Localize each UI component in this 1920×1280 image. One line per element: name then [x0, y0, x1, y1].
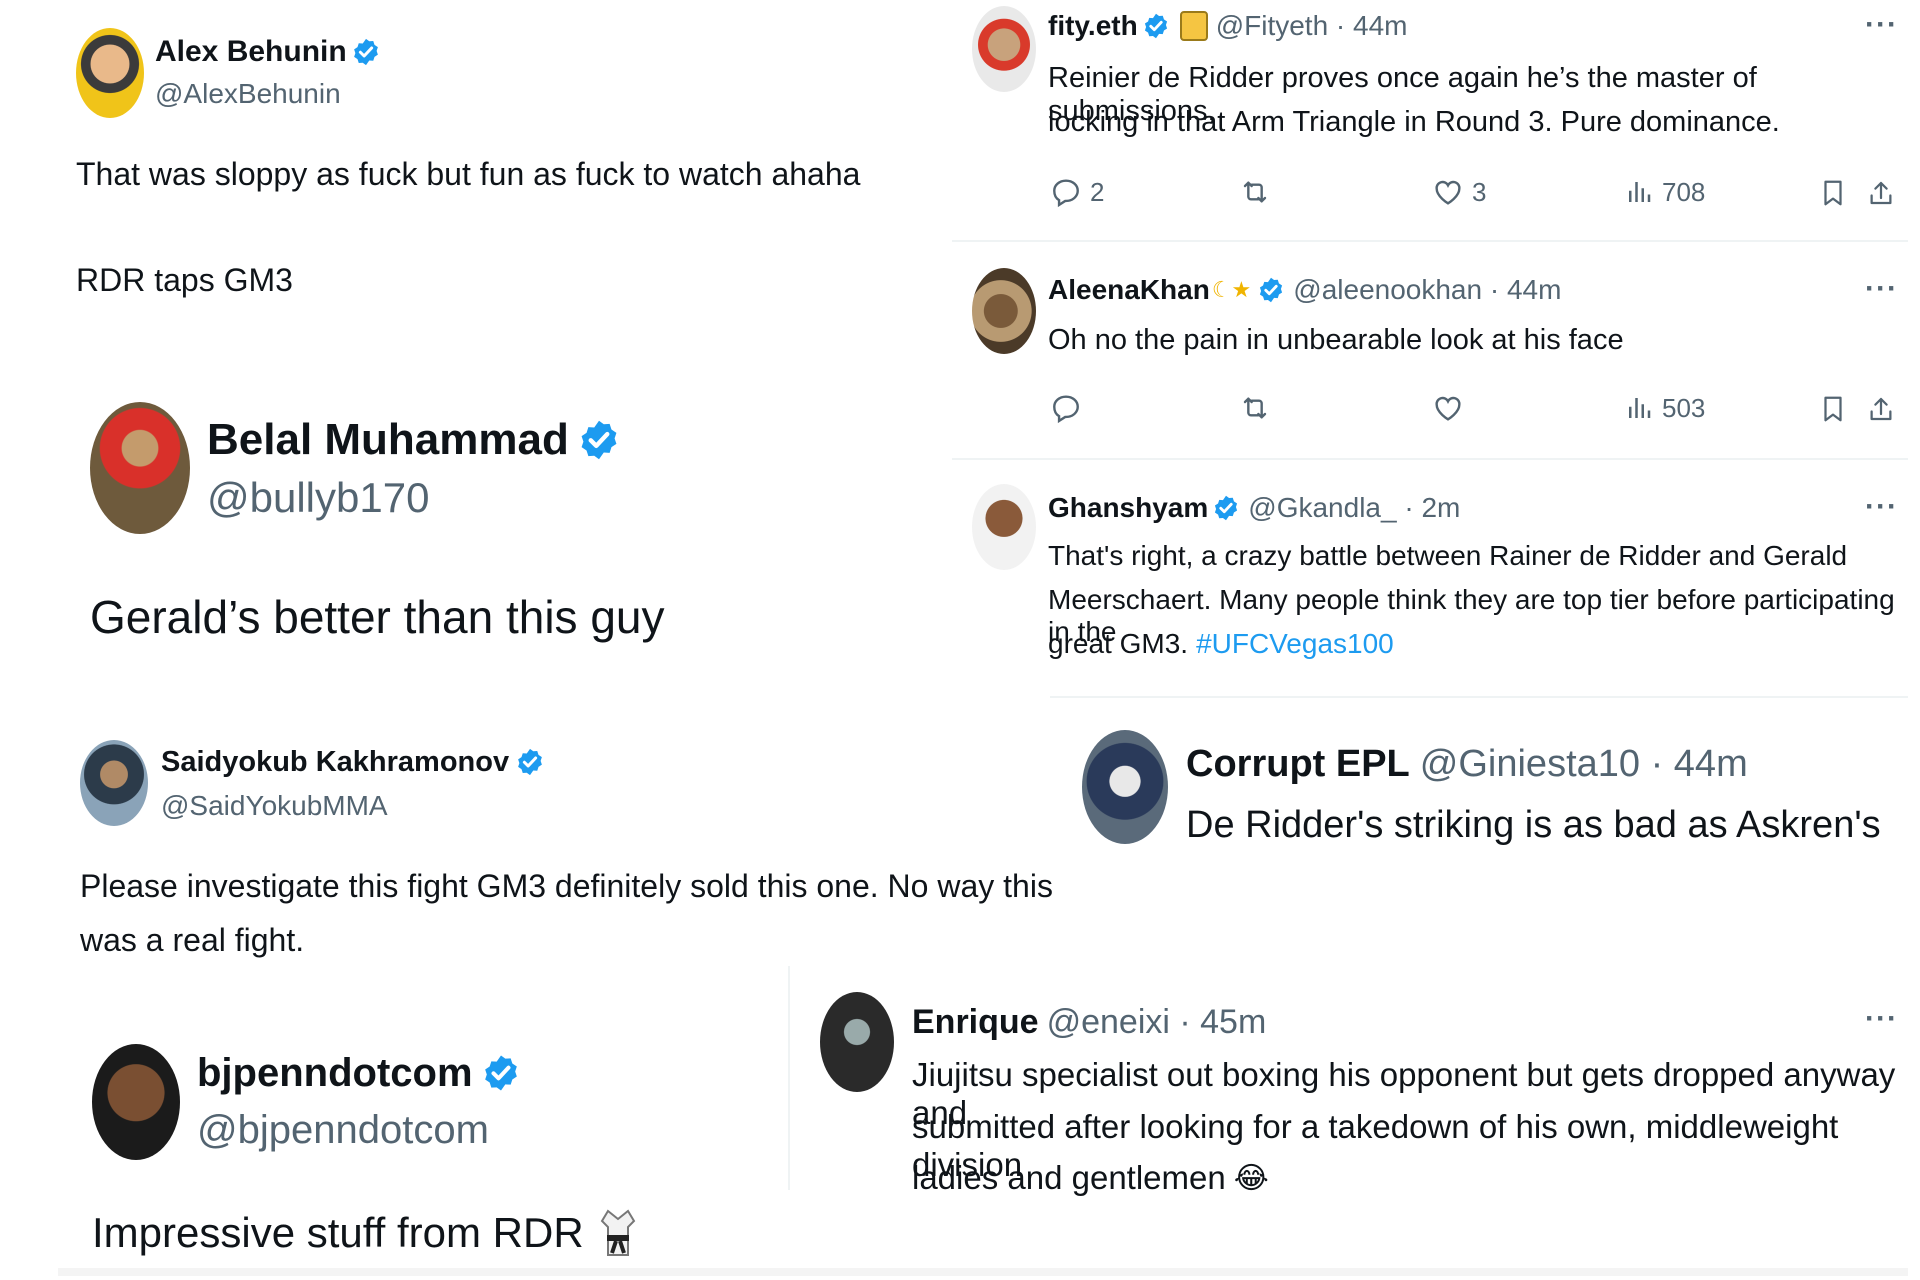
user-handle[interactable]: @Gkandla_ · 2m [1248, 492, 1460, 524]
display-name[interactable]: AleenaKhan [1048, 274, 1210, 306]
tweet-text-line-2: locking in that Arm Triangle in Round 3.… [1048, 106, 1780, 138]
views-icon [1624, 176, 1654, 208]
tweet-divider [1050, 696, 1908, 698]
share-icon [1866, 176, 1896, 210]
display-name[interactable]: Ghanshyam [1048, 492, 1208, 524]
tweet-text-line-3: great GM3. [1048, 628, 1189, 659]
avatar[interactable] [972, 268, 1036, 354]
tweet-text-line-1: That's right, a crazy battle between Rai… [1048, 540, 1848, 571]
share-icon [1866, 392, 1896, 426]
retweet-button[interactable] [1238, 392, 1280, 424]
avatar[interactable] [90, 402, 190, 534]
user-handle[interactable]: @aleenookhan · 44m [1293, 274, 1561, 306]
display-name[interactable]: bjpenndotcom [197, 1051, 473, 1096]
bottom-divider [58, 1268, 1908, 1276]
view-count: 503 [1662, 392, 1706, 423]
display-name[interactable]: Saidyokub Kakhramonov [161, 746, 509, 779]
reply-icon [1050, 392, 1082, 424]
bookmark-icon [1818, 392, 1848, 426]
avatar[interactable] [972, 484, 1036, 570]
tweet-text: Gerald’s better than this guy [90, 591, 665, 643]
retweet-icon [1238, 392, 1272, 424]
more-options-icon[interactable]: ··· [1865, 272, 1898, 306]
user-handle[interactable]: @bullyb170 [207, 474, 429, 522]
column-divider [788, 966, 790, 1190]
share-button[interactable] [1866, 392, 1904, 426]
verified-badge-icon [1212, 494, 1240, 522]
avatar[interactable] [820, 992, 894, 1092]
more-options-icon[interactable]: ··· [1865, 490, 1898, 524]
reply-count: 2 [1090, 176, 1105, 207]
verified-badge-icon [577, 418, 621, 462]
tweet-text-line-2: RDR taps GM3 [76, 262, 293, 298]
user-handle[interactable]: @Fityeth · 44m [1216, 10, 1408, 42]
views-icon [1624, 392, 1654, 424]
user-handle[interactable]: @AlexBehunin [155, 78, 341, 110]
tweet-text: Impressive stuff from RDR [92, 1209, 584, 1256]
user-handle[interactable]: @Giniesta10 · 44m [1420, 743, 1748, 786]
display-name[interactable]: Corrupt EPL [1186, 743, 1410, 786]
tweet-text-line-3: ladies and gentlemen [912, 1159, 1226, 1196]
retweet-button[interactable] [1238, 176, 1280, 208]
verified-badge-icon [1142, 12, 1170, 40]
avatar[interactable] [76, 28, 144, 118]
bookmark-button[interactable] [1818, 392, 1856, 426]
avatar[interactable] [92, 1044, 180, 1160]
reply-button[interactable] [1050, 392, 1090, 424]
avatar[interactable] [80, 740, 148, 826]
more-options-icon[interactable]: ··· [1865, 1002, 1898, 1036]
verified-badge-icon [1257, 276, 1285, 304]
share-button[interactable] [1866, 176, 1904, 210]
display-name[interactable]: Enrique [912, 1003, 1039, 1042]
reply-icon [1050, 176, 1082, 208]
judo-gi-icon [600, 1209, 635, 1256]
tweet-text: Oh no the pain in unbearable look at his… [1048, 324, 1624, 356]
avatar[interactable] [1082, 730, 1168, 844]
verified-badge-icon [515, 747, 545, 777]
display-name[interactable]: Alex Behunin [155, 35, 347, 69]
views-button[interactable]: 708 [1624, 176, 1705, 208]
display-name[interactable]: fity.eth [1048, 10, 1138, 42]
view-count: 708 [1662, 176, 1706, 207]
verified-badge-icon [351, 37, 381, 67]
tweet-text-line-1: Please investigate this fight GM3 defini… [80, 868, 1053, 904]
more-options-icon[interactable]: ··· [1865, 8, 1898, 42]
verified-badge-icon [481, 1053, 521, 1093]
user-handle[interactable]: @bjpenndotcom [197, 1108, 489, 1153]
like-button[interactable]: 3 [1432, 176, 1486, 208]
tweet-text: De Ridder's striking is as bad as Askren… [1186, 804, 1881, 846]
views-button[interactable]: 503 [1624, 392, 1705, 424]
user-handle[interactable]: @SaidYokubMMA [161, 790, 388, 822]
bookmark-button[interactable] [1818, 176, 1856, 210]
affiliate-badge-icon [1179, 11, 1208, 41]
tweet-divider [952, 458, 1908, 460]
hashtag-link[interactable]: #UFCVegas100 [1196, 628, 1394, 660]
like-button[interactable] [1432, 392, 1472, 424]
user-handle[interactable]: @eneixi · 45m [1047, 1003, 1267, 1042]
like-icon [1432, 176, 1464, 208]
avatar[interactable] [972, 6, 1036, 92]
like-icon [1432, 392, 1464, 424]
moon-star-emoji-icon: ☾★ [1211, 277, 1252, 302]
tweet-text-line-1: That was sloppy as fuck but fun as fuck … [76, 156, 861, 192]
reply-button[interactable]: 2 [1050, 176, 1104, 208]
tweet-divider [952, 240, 1908, 242]
laughing-tears-emoji: 😂 [1233, 1161, 1269, 1195]
bookmark-icon [1818, 176, 1848, 210]
retweet-icon [1238, 176, 1272, 208]
display-name[interactable]: Belal Muhammad [207, 415, 569, 465]
tweet-text-line-2: was a real fight. [80, 922, 305, 958]
like-count: 3 [1472, 176, 1487, 207]
